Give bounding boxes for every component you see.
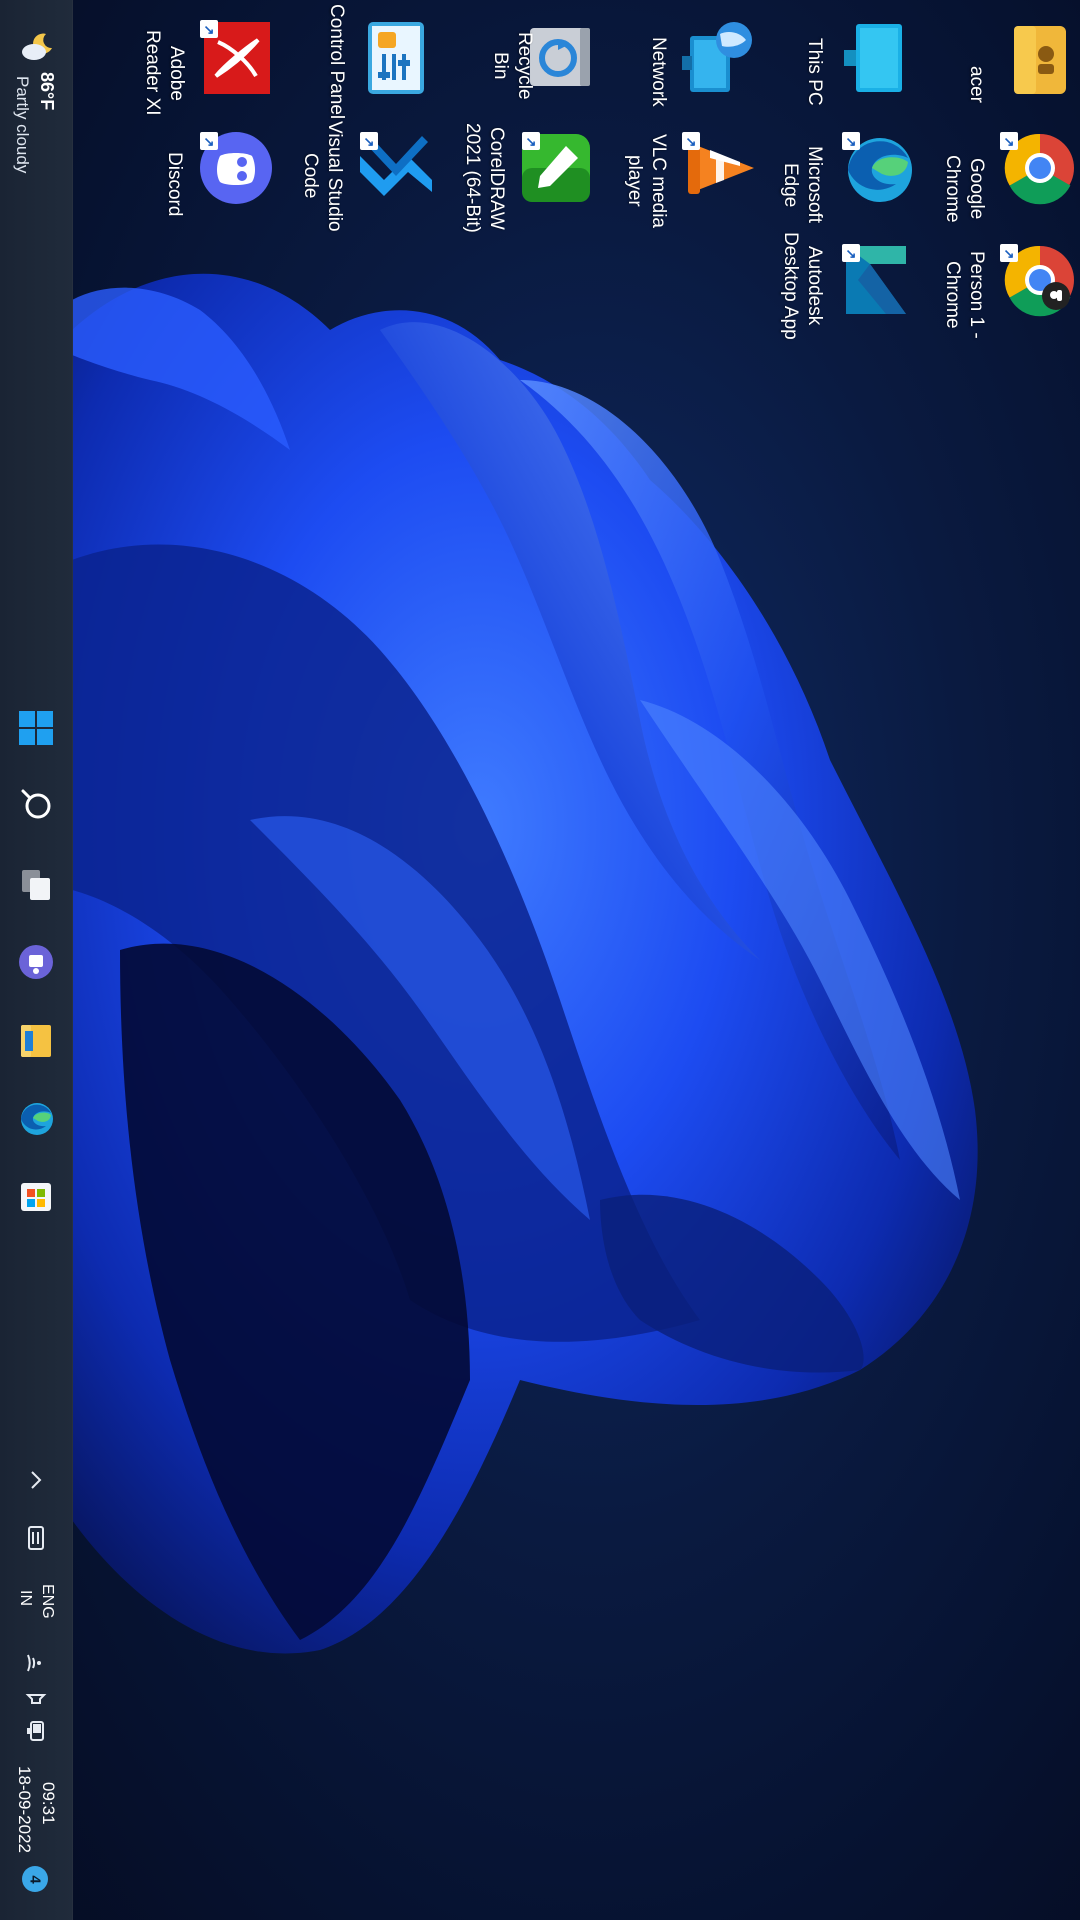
- folder-icon: [1014, 26, 1066, 94]
- desktop-icon-discord[interactable]: ↘: [196, 128, 276, 208]
- volume-status[interactable]: [8, 1680, 64, 1714]
- shortcut-arrow-icon: ↘: [522, 132, 540, 150]
- shortcut-arrow-icon: ↘: [360, 132, 378, 150]
- keyboard-icon: [28, 1526, 44, 1550]
- desktop-label-discord: Discord: [164, 151, 185, 217]
- search-icon: [21, 789, 51, 819]
- edge-icon: [21, 1103, 53, 1135]
- desktop-icon-vlc[interactable]: ↘: [680, 128, 760, 208]
- battery-status[interactable]: [8, 1714, 64, 1748]
- wifi-status[interactable]: [8, 1646, 64, 1680]
- microsoft-store-icon: [21, 1183, 51, 1211]
- chevron-right-icon: [31, 1471, 42, 1489]
- search-button[interactable]: [8, 778, 64, 834]
- desktop-icon-google-chrome[interactable]: ↘: [1000, 128, 1080, 208]
- language-region: IN: [17, 1590, 34, 1606]
- control-panel-icon: [368, 22, 424, 94]
- weather-condition: Partly cloudy: [13, 76, 32, 174]
- notification-badge[interactable]: 4: [22, 1866, 48, 1892]
- shortcut-arrow-icon: ↘: [200, 20, 218, 38]
- microsoft-store-button[interactable]: [8, 1168, 64, 1224]
- desktop-icon-coreldraw[interactable]: ↘: [516, 128, 596, 208]
- desktop-icon-adobe-reader[interactable]: ↘: [196, 18, 276, 98]
- speaker-icon: [25, 1694, 47, 1704]
- file-explorer-button[interactable]: [8, 1012, 64, 1068]
- monitor-icon: [844, 24, 902, 92]
- desktop-icon-control-panel[interactable]: [356, 18, 436, 98]
- desktop-label-person1-chrome: Person 1 - Chrome: [942, 251, 987, 339]
- edge-taskbar-button[interactable]: [8, 1090, 64, 1146]
- desktop-label-control-panel: Control Panel: [326, 4, 347, 120]
- desktop-label-vscode: Visual Studio Code: [300, 120, 345, 232]
- desktop-label-adobe-reader: Adobe Reader XI: [142, 30, 187, 116]
- notification-count: 4: [26, 1874, 44, 1884]
- battery-icon: [27, 1721, 44, 1741]
- shortcut-arrow-icon: ↘: [1000, 132, 1018, 150]
- wallpaper-image: [72, 273, 978, 1654]
- shortcut-arrow-icon: ↘: [200, 132, 218, 150]
- touch-keyboard-button[interactable]: [8, 1514, 64, 1562]
- language-indicator[interactable]: ENG IN: [8, 1574, 64, 1640]
- desktop-label-vlc: VLC media player: [624, 134, 669, 228]
- teams-chat-icon: [19, 945, 53, 979]
- language-code: ENG: [39, 1584, 56, 1619]
- windows-start-icon: [19, 711, 53, 745]
- wifi-icon: [27, 1654, 41, 1672]
- task-view-icon: [22, 870, 50, 900]
- clock-time: 09:31: [39, 1782, 58, 1825]
- weather-widget[interactable]: 86°F Partly cloudy: [4, 8, 68, 188]
- shortcut-arrow-icon: ↘: [842, 244, 860, 262]
- desktop-label-this-pc: This PC: [804, 38, 825, 106]
- shortcut-arrow-icon: ↘: [842, 132, 860, 150]
- taskbar: 86°F Partly cloudy ENG IN 09:31 18-09-20…: [0, 0, 73, 1920]
- weather-moon-cloud-icon: [22, 33, 52, 60]
- network-icon: [682, 22, 752, 92]
- desktop-label-coreldraw: CorelDRAW 2021 (64-Bit): [462, 123, 507, 233]
- desktop-icon-vscode[interactable]: ↘: [356, 128, 436, 208]
- weather-temperature: 86°F: [37, 72, 57, 111]
- start-button[interactable]: [8, 700, 64, 756]
- shortcut-arrow-icon: ↘: [1000, 244, 1018, 262]
- desktop-label-autodesk: Autodesk Desktop App: [780, 232, 825, 340]
- desktop-label-network: Network: [648, 37, 669, 107]
- shortcut-arrow-icon: ↘: [682, 132, 700, 150]
- desktop-icon-network[interactable]: [680, 18, 760, 98]
- clock-date: 18-09-2022: [15, 1766, 34, 1853]
- desktop-icon-person1-chrome[interactable]: ↘: [1000, 240, 1080, 320]
- desktop-icon-autodesk[interactable]: ↘: [836, 240, 916, 320]
- tray-overflow-button[interactable]: [8, 1456, 64, 1504]
- desktop-screen: acer ↘ Google Chrome ↘ Person 1 - Chrome: [0, 0, 1080, 1920]
- desktop-label-recycle-bin: Recycle Bin: [490, 32, 535, 100]
- task-view-button[interactable]: [8, 856, 64, 912]
- file-explorer-icon: [21, 1025, 51, 1057]
- desktop-label-acer: acer: [966, 65, 987, 103]
- desktop-icon-acer[interactable]: [1000, 20, 1080, 100]
- desktop-icon-this-pc[interactable]: [836, 18, 916, 98]
- desktop-label-microsoft-edge: Microsoft Edge: [780, 146, 825, 224]
- clock-button[interactable]: 09:31 18-09-2022: [8, 1756, 64, 1876]
- teams-chat-button[interactable]: [8, 934, 64, 990]
- desktop-label-google-chrome: Google Chrome: [942, 155, 987, 223]
- desktop-icon-microsoft-edge[interactable]: ↘: [836, 128, 916, 208]
